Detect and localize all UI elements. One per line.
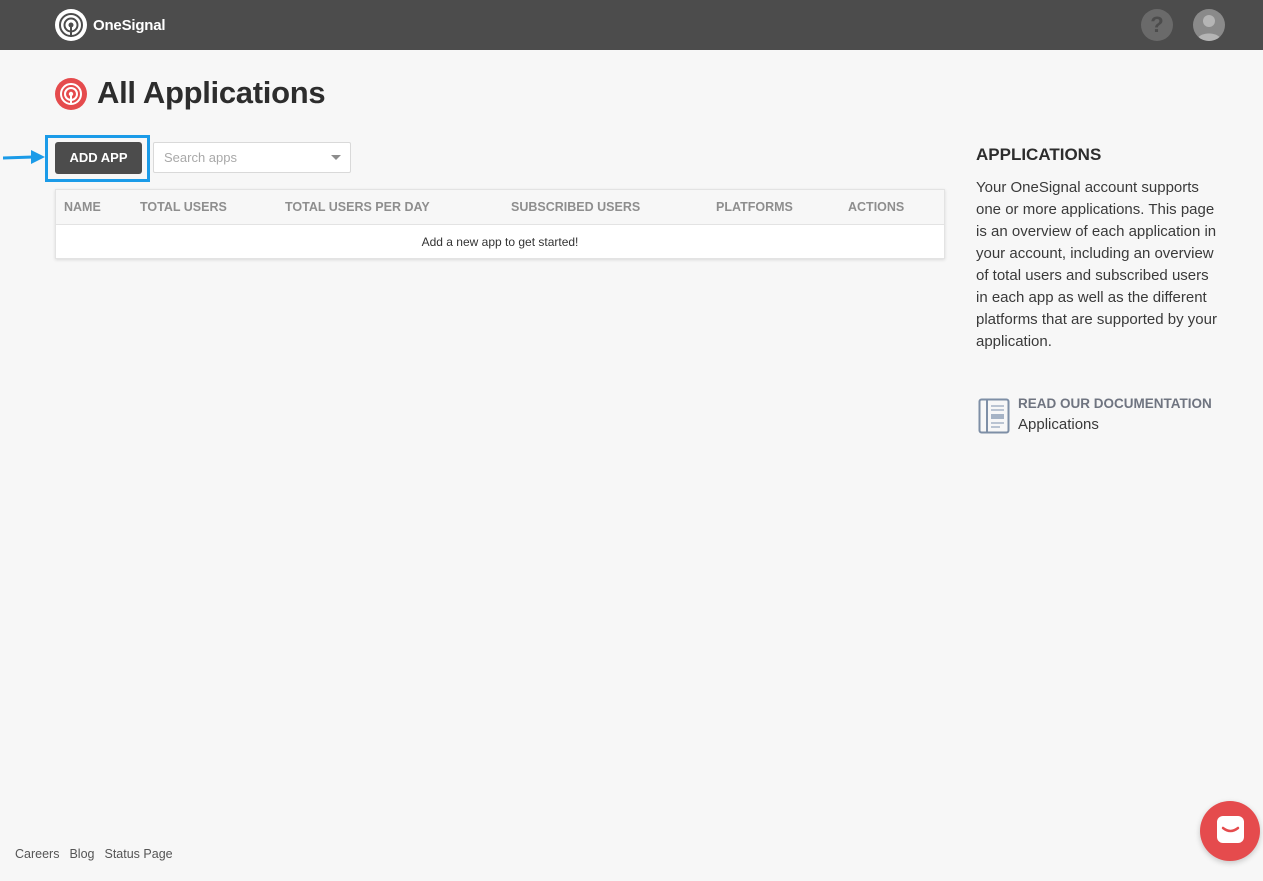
footer: Careers Blog Status Page (15, 847, 173, 861)
top-navbar: OneSignal ? (0, 0, 1263, 50)
user-avatar-icon[interactable] (1193, 9, 1225, 41)
chat-icon (1217, 816, 1244, 843)
documentation-subtitle[interactable]: Applications (1018, 416, 1099, 433)
empty-table-message: Add a new app to get started! (421, 235, 579, 249)
column-header-actions: ACTIONS (848, 200, 905, 214)
read-documentation-link[interactable]: READ OUR DOCUMENTATION (1018, 396, 1212, 411)
footer-link-status-page[interactable]: Status Page (105, 847, 173, 861)
column-header-subscribed-users[interactable]: SUBSCRIBED USERS (511, 200, 640, 214)
document-icon (978, 398, 1010, 434)
arrow-right-icon (3, 150, 45, 164)
chat-button[interactable] (1200, 801, 1260, 861)
page-title: All Applications (97, 75, 326, 110)
footer-link-blog[interactable]: Blog (69, 847, 94, 861)
applications-table: NAME TOTAL USERS TOTAL USERS PER DAY SUB… (55, 189, 945, 259)
sidebar-title: APPLICATIONS (976, 145, 1102, 164)
search-apps-input[interactable] (154, 143, 324, 172)
search-apps-select[interactable] (153, 142, 351, 173)
onesignal-logo-icon (55, 9, 87, 41)
brand[interactable]: OneSignal (55, 9, 166, 41)
sidebar-description: Your OneSignal account supports one or m… (976, 179, 1217, 350)
column-header-name[interactable]: NAME (64, 200, 101, 214)
column-header-platforms[interactable]: PLATFORMS (716, 200, 793, 214)
onesignal-app-icon (55, 78, 87, 110)
chevron-down-icon[interactable] (331, 155, 341, 160)
footer-link-careers[interactable]: Careers (15, 847, 59, 861)
brand-name: OneSignal (93, 16, 166, 34)
help-button[interactable]: ? (1141, 9, 1173, 41)
table-header: NAME TOTAL USERS TOTAL USERS PER DAY SUB… (56, 190, 944, 225)
column-header-total-users[interactable]: TOTAL USERS (140, 200, 227, 214)
column-header-total-users-per-day[interactable]: TOTAL USERS PER DAY (285, 200, 430, 214)
add-app-button[interactable]: ADD APP (55, 142, 142, 174)
